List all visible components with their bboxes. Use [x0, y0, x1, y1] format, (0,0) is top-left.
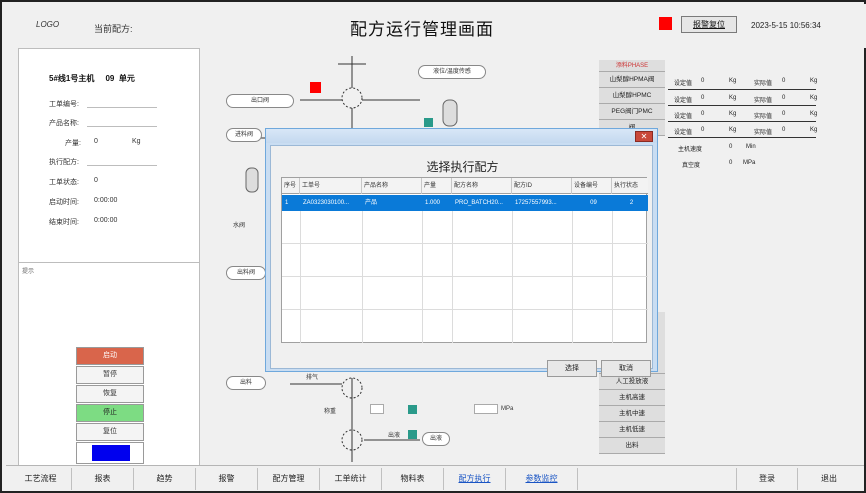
diagram-tag-output: 出料 — [226, 376, 266, 390]
phase-item-1[interactable]: 山梨醇HPMA阀 — [599, 72, 665, 88]
bottom-nav: 工艺流程 报表 趋势 报警 配方管理 工单统计 物料表 配方执行 参数监控 登录… — [6, 465, 864, 491]
nav-report[interactable]: 报表 — [72, 468, 134, 490]
col-index[interactable]: 序号 — [282, 178, 300, 194]
alarm-indicator — [659, 17, 672, 30]
dialog-title: 选择执行配方 — [426, 160, 499, 174]
nav-login[interactable]: 登录 — [736, 468, 798, 490]
unit-title: 5#线1号主机 09 单元 — [49, 74, 135, 83]
phase-high-speed[interactable]: 主机高速 — [599, 390, 665, 406]
valve-status-red — [310, 82, 321, 93]
header: LOGO 当前配方: 配方运行管理画面 报警复位 2023-5-15 10:56… — [4, 4, 866, 48]
select-button[interactable]: 选择 — [547, 360, 597, 377]
status-indicator — [92, 445, 130, 461]
nav-alarm[interactable]: 报警 — [196, 468, 258, 490]
dialog-titlebar[interactable]: ✕ — [266, 129, 657, 143]
phase-low-speed[interactable]: 主机低速 — [599, 422, 665, 438]
app-frame: LOGO 当前配方: 配方运行管理画面 报警复位 2023-5-15 10:56… — [0, 0, 866, 493]
order-status-label: 工单状态: — [49, 179, 79, 186]
stop-button[interactable]: 停止 — [76, 404, 144, 422]
nav-trend[interactable]: 趋势 — [134, 468, 196, 490]
recipe-table: 序号 工单号 产品名称 产量 配方名称 配方ID 设备编号 执行状态 1 ZA0… — [281, 177, 648, 343]
reset-button[interactable]: 复位 — [76, 423, 144, 441]
phase-item-3[interactable]: PEG阀门PMC — [599, 104, 665, 120]
nav-recipe-exec[interactable]: 配方执行 — [444, 468, 506, 490]
nav-material[interactable]: 物料表 — [382, 468, 444, 490]
nav-order-stats[interactable]: 工单统计 — [320, 468, 382, 490]
output-unit: Kg — [132, 138, 141, 145]
valve-status-teal-1 — [424, 118, 433, 127]
order-number-label: 工单编号: — [49, 101, 79, 108]
diagram-tag-inlet: 进料阀 — [226, 128, 262, 142]
alarm-reset-button[interactable]: 报警复位 — [681, 16, 737, 33]
nav-recipe-mgmt[interactable]: 配方管理 — [258, 468, 320, 490]
select-recipe-dialog: ✕ 选择执行配方 序号 工单号 产品名称 产量 配方名称 配方ID 设备编号 执… — [265, 128, 658, 377]
phase-discharge[interactable]: 出料 — [599, 438, 665, 454]
datetime: 2023-5-15 10:56:34 — [751, 21, 821, 30]
logo: LOGO — [36, 20, 60, 29]
product-name-label: 产品名称: — [49, 120, 79, 127]
exhaust-label: 排气 — [306, 375, 319, 381]
pressure-unit: MPa — [501, 406, 514, 412]
phase-item-2[interactable]: 山梨醇HPMC — [599, 88, 665, 104]
valve-status-teal-2 — [408, 405, 417, 414]
diagram-tag-liquid: 出液 — [422, 432, 450, 446]
log-hint: 提示 — [22, 269, 35, 275]
unit-info-panel: 5#线1号主机 09 单元 工单编号: 产品名称: 产量: 0 Kg 执行配方:… — [18, 48, 200, 278]
start-time-value: 0:00:00 — [94, 197, 118, 204]
cancel-button[interactable]: 取消 — [601, 360, 651, 377]
weigh-label: 称重 — [324, 409, 337, 415]
order-status-value: 0 — [94, 177, 98, 184]
col-order[interactable]: 工单号 — [300, 178, 362, 194]
recipe-label: 执行配方: — [49, 159, 79, 166]
current-recipe-label: 当前配方: — [94, 24, 133, 34]
col-output[interactable]: 产量 — [422, 178, 452, 194]
output-value: 0 — [94, 138, 98, 145]
col-device[interactable]: 设备编号 — [572, 178, 612, 194]
phase-mid-speed[interactable]: 主机中速 — [599, 406, 665, 422]
col-recipe-name[interactable]: 配方名称 — [452, 178, 512, 194]
col-recipe-id[interactable]: 配方ID — [512, 178, 572, 194]
phase-panel: 添料PHASE 山梨醇HPMA阀 山梨醇HPMC PEG阀门PMC 阀 — [599, 60, 665, 136]
liquid-out-label: 出液 — [388, 433, 401, 439]
start-time-label: 启动时间: — [49, 199, 79, 206]
diagram-tag-outlet: 出口阀 — [226, 94, 294, 108]
start-button[interactable]: 启动 — [76, 347, 144, 365]
col-product[interactable]: 产品名称 — [362, 178, 422, 194]
end-time-value: 0:00:00 — [94, 217, 118, 224]
end-time-label: 结束时间: — [49, 219, 79, 226]
nav-process[interactable]: 工艺流程 — [10, 468, 72, 490]
valve-status-teal-3 — [408, 430, 417, 439]
table-row[interactable]: 1 ZA0323030100... 产品 1.000 PRO_BATCH20..… — [282, 195, 648, 211]
diagram-tag-discharge: 出料阀 — [226, 266, 266, 280]
close-icon[interactable]: ✕ — [635, 131, 653, 142]
water-valve-label: 水阀 — [233, 223, 246, 229]
nav-param-monitor[interactable]: 参数监控 — [506, 468, 578, 490]
nav-exit[interactable]: 退出 — [798, 468, 860, 490]
dialog-body: 选择执行配方 序号 工单号 产品名称 产量 配方名称 配方ID 设备编号 执行状… — [270, 145, 653, 377]
col-status[interactable]: 执行状态 — [612, 178, 648, 194]
diagram-tag-top: 液位/温度传感 — [418, 65, 486, 79]
pressure-value-box — [474, 404, 498, 414]
phase-head: 添料PHASE — [599, 60, 665, 72]
weigh-value-box — [370, 404, 384, 414]
output-label: 产量: — [65, 140, 81, 147]
resume-button[interactable]: 恢复 — [76, 385, 144, 403]
page-title: 配方运行管理画面 — [350, 20, 494, 39]
table-header: 序号 工单号 产品名称 产量 配方名称 配方ID 设备编号 执行状态 — [282, 178, 648, 194]
pause-button[interactable]: 暂停 — [76, 366, 144, 384]
